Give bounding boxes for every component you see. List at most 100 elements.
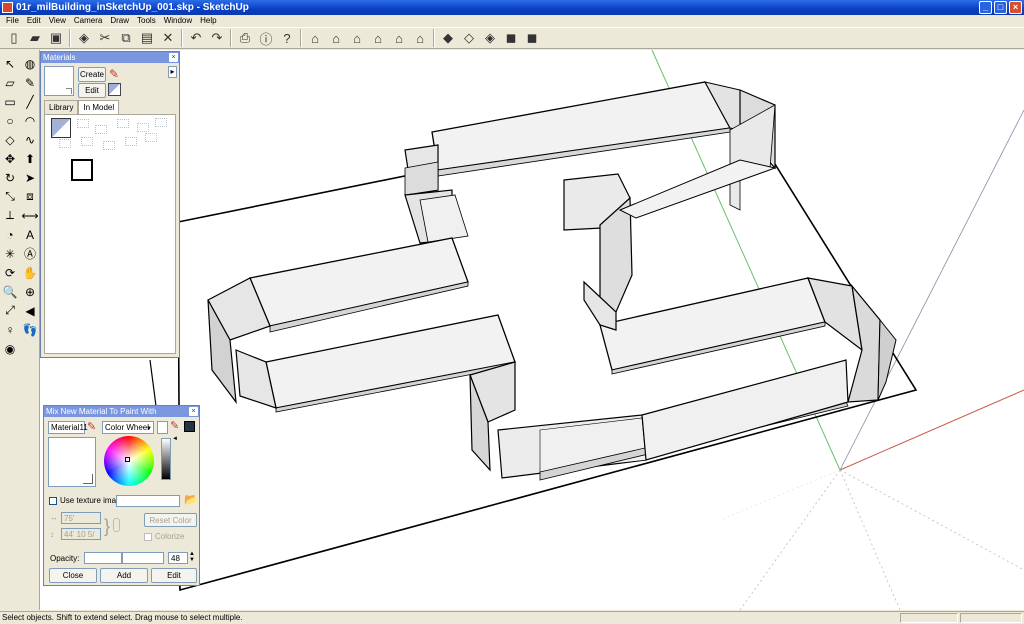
pan-icon[interactable]: ✋: [20, 263, 40, 282]
push-pull-icon[interactable]: ⬆: [20, 149, 40, 168]
cut-icon[interactable]: ✂: [95, 28, 115, 48]
menu-view[interactable]: View: [45, 15, 70, 27]
new-icon[interactable]: ▯: [4, 28, 24, 48]
material-thumb[interactable]: [117, 119, 129, 128]
materials-close-button[interactable]: ×: [169, 53, 178, 62]
shaded-icon[interactable]: ◼: [501, 28, 521, 48]
move-icon[interactable]: ✥: [0, 149, 20, 168]
previous-view-icon[interactable]: ◀: [20, 301, 40, 320]
create-material-button[interactable]: Create: [78, 67, 106, 82]
rotate-icon[interactable]: ↻: [0, 168, 20, 187]
match-screen-icon[interactable]: [184, 421, 195, 432]
circle-icon[interactable]: ○: [0, 111, 20, 130]
text-icon[interactable]: A: [20, 225, 40, 244]
materials-title-bar[interactable]: Materials ×: [41, 52, 179, 63]
material-thumb-selected[interactable]: [71, 159, 93, 181]
zoom-icon[interactable]: 🔍: [0, 282, 20, 301]
menu-help[interactable]: Help: [196, 15, 220, 27]
help-icon[interactable]: ?: [277, 28, 297, 48]
follow-me-icon[interactable]: ➤: [20, 168, 40, 187]
make-component-icon[interactable]: ◈: [74, 28, 94, 48]
menu-edit[interactable]: Edit: [23, 15, 45, 27]
model-info-icon[interactable]: ⓘ: [256, 28, 276, 48]
select-icon[interactable]: ↖: [0, 54, 20, 73]
details-arrow-button[interactable]: ▸: [168, 66, 177, 78]
paste-icon[interactable]: ▤: [137, 28, 157, 48]
walk-icon[interactable]: 👣: [20, 320, 40, 339]
reset-color-button[interactable]: Reset Color: [144, 513, 197, 527]
tape-measure-icon[interactable]: ⟂: [0, 206, 20, 225]
material-thumb[interactable]: [145, 133, 157, 142]
browse-folder-icon[interactable]: 📂: [184, 493, 198, 506]
zoom-extents-icon[interactable]: ⤢: [0, 301, 20, 320]
menu-window[interactable]: Window: [160, 15, 196, 27]
mix-material-title-bar[interactable]: Mix New Material To Paint With ×: [44, 406, 199, 417]
sample-paint-icon[interactable]: ✎: [109, 68, 119, 80]
aspect-lock-icon[interactable]: [113, 518, 120, 532]
top-view-icon[interactable]: ⌂: [326, 28, 346, 48]
iso-view-icon[interactable]: ⌂: [305, 28, 325, 48]
close-button[interactable]: Close: [49, 568, 97, 583]
close-button[interactable]: ×: [1009, 1, 1022, 14]
slider-arrow-icon[interactable]: ◄: [172, 436, 178, 442]
open-icon[interactable]: ▰: [25, 28, 45, 48]
3d-text-icon[interactable]: Ⓐ: [20, 244, 40, 263]
add-button[interactable]: Add: [100, 568, 148, 583]
use-texture-checkbox[interactable]: [49, 497, 57, 505]
tab-in-model[interactable]: In Model: [78, 100, 120, 114]
texture-height-field[interactable]: 44' 10 5/: [61, 528, 101, 540]
print-icon[interactable]: ⎙: [235, 28, 255, 48]
menu-draw[interactable]: Draw: [106, 15, 133, 27]
material-thumb[interactable]: [103, 141, 115, 150]
look-around-icon[interactable]: ◉: [0, 339, 20, 358]
material-thumb[interactable]: [59, 139, 71, 148]
mix-material-close-icon[interactable]: ×: [189, 407, 198, 416]
texture-path-field[interactable]: [116, 495, 180, 507]
line-icon[interactable]: ╱: [20, 92, 40, 111]
eraser-icon[interactable]: ▱: [0, 73, 20, 92]
pencil-icon[interactable]: ✎: [20, 73, 40, 92]
paint-bucket-icon[interactable]: ◍: [20, 54, 40, 73]
edit-button[interactable]: Edit: [151, 568, 197, 583]
tab-library[interactable]: Library: [44, 100, 79, 114]
erase-icon[interactable]: ✕: [158, 28, 178, 48]
freehand-icon[interactable]: ∿: [20, 130, 40, 149]
axes-icon[interactable]: ✳: [0, 244, 20, 263]
texture-width-field[interactable]: 75': [61, 512, 101, 524]
menu-file[interactable]: File: [2, 15, 23, 27]
measurements-value-field[interactable]: [960, 613, 1022, 623]
minimize-button[interactable]: _: [979, 1, 992, 14]
dimension-icon[interactable]: ⟷: [20, 206, 40, 225]
front-view-icon[interactable]: ⌂: [347, 28, 367, 48]
opacity-slider[interactable]: [84, 552, 164, 564]
opacity-slider-thumb[interactable]: [121, 553, 123, 563]
color-wheel[interactable]: [104, 436, 154, 486]
opacity-value-field[interactable]: 48: [168, 552, 188, 564]
protractor-icon[interactable]: ◔: [0, 225, 20, 244]
opacity-spinner-icon[interactable]: ▲ ▼: [189, 551, 195, 563]
wireframe-icon[interactable]: ◇: [459, 28, 479, 48]
redo-icon[interactable]: ↷: [207, 28, 227, 48]
brightness-slider[interactable]: [161, 438, 171, 480]
material-thumb[interactable]: [125, 137, 137, 146]
match-color-icon[interactable]: ✎: [170, 419, 179, 432]
hidden-line-icon[interactable]: ◈: [480, 28, 500, 48]
material-thumb[interactable]: [77, 119, 89, 128]
menu-camera[interactable]: Camera: [70, 15, 106, 27]
material-thumb-default[interactable]: [51, 118, 71, 138]
edit-material-button[interactable]: Edit: [78, 83, 106, 98]
color-wheel-cursor[interactable]: [125, 457, 130, 462]
rectangle-icon[interactable]: ▭: [0, 92, 20, 111]
colorize-checkbox[interactable]: [144, 533, 152, 541]
material-thumb[interactable]: [81, 137, 93, 146]
save-icon[interactable]: ▣: [46, 28, 66, 48]
default-material-icon[interactable]: [108, 83, 121, 96]
offset-icon[interactable]: ⧈: [20, 187, 40, 206]
material-thumb[interactable]: [137, 123, 149, 132]
left-view-icon[interactable]: ⌂: [410, 28, 430, 48]
right-view-icon[interactable]: ⌂: [368, 28, 388, 48]
polygon-icon[interactable]: ◇: [0, 130, 20, 149]
scale-icon[interactable]: ⤡: [0, 187, 20, 206]
color-picker-select[interactable]: Color Wheel ▼: [102, 421, 154, 434]
eyedropper-icon[interactable]: ✎: [87, 420, 96, 433]
